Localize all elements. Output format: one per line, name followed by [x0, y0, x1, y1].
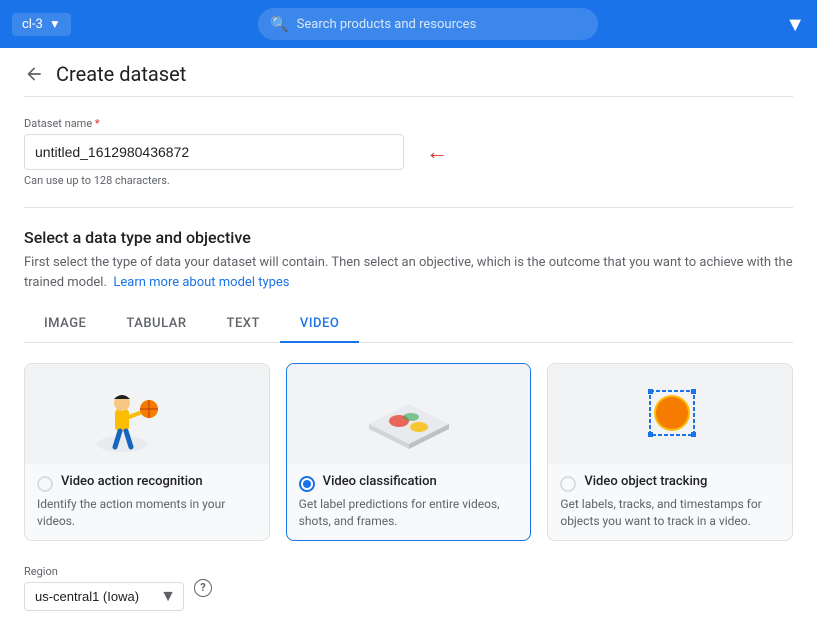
objective-cards: Video action recognition Identify the ac…: [24, 363, 793, 541]
card-action-body: Video action recognition Identify the ac…: [25, 464, 269, 540]
apps-chevron: ▼: [785, 12, 805, 37]
region-select-wrap: us-central1 (Iowa) us-east1 europe-west4…: [24, 582, 184, 611]
dataset-name-section: Dataset name * ← Can use up to 128 chara…: [24, 117, 793, 187]
card-classification-radio: Video classification: [299, 474, 519, 492]
dataset-name-hint: Can use up to 128 characters.: [24, 174, 793, 187]
region-field: Region us-central1 (Iowa) us-east1 europ…: [24, 565, 184, 611]
card-action-desc: Identify the action moments in your vide…: [37, 496, 257, 530]
card-action-title: Video action recognition: [61, 474, 203, 489]
back-button[interactable]: [24, 64, 44, 84]
type-tabs: IMAGE TABULAR TEXT VIDEO: [24, 306, 793, 343]
project-selector[interactable]: cl-3 ▼: [12, 13, 71, 36]
card-tracking-image: [548, 364, 792, 464]
radio-classification[interactable]: [299, 476, 315, 492]
card-tracking-title: Video object tracking: [584, 474, 707, 489]
search-placeholder: Search products and resources: [297, 17, 477, 32]
radio-action[interactable]: [37, 476, 53, 492]
dataset-name-label: Dataset name *: [24, 117, 793, 130]
card-tracking-radio-row: Video object tracking: [560, 474, 780, 492]
input-wrapper: ←: [24, 134, 404, 170]
tab-image[interactable]: IMAGE: [24, 306, 106, 343]
learn-more-model-link[interactable]: Learn more about model types: [113, 275, 289, 290]
card-classification-desc: Get label predictions for entire videos,…: [299, 496, 519, 530]
data-type-section: Select a data type and objective First s…: [24, 228, 793, 541]
card-tracking-body: Video object tracking Get labels, tracks…: [548, 464, 792, 540]
section-title: Select a data type and objective: [24, 228, 793, 247]
section-desc: First select the type of data your datas…: [24, 253, 793, 292]
tab-text[interactable]: TEXT: [207, 306, 280, 343]
tab-tabular[interactable]: TABULAR: [106, 306, 206, 343]
topbar-left: cl-3 ▼: [12, 13, 71, 36]
project-dropdown-icon: ▼: [49, 17, 61, 31]
page-header: Create dataset: [24, 48, 793, 97]
radio-tracking[interactable]: [560, 476, 576, 492]
card-object-tracking[interactable]: Video object tracking Get labels, tracks…: [547, 363, 793, 541]
card-action-recognition[interactable]: Video action recognition Identify the ac…: [24, 363, 270, 541]
card-tracking-desc: Get labels, tracks, and timestamps for o…: [560, 496, 780, 530]
card-classification-image: [287, 364, 531, 464]
main-content: Create dataset Dataset name * ← Can use …: [0, 48, 817, 624]
region-help-icon[interactable]: ?: [194, 579, 212, 597]
project-name: cl-3: [22, 17, 43, 32]
topbar: cl-3 ▼ 🔍 Search products and resources ▼: [0, 0, 817, 48]
dataset-name-input[interactable]: [24, 134, 404, 170]
card-classification[interactable]: Video classification Get label predictio…: [286, 363, 532, 541]
card-action-radio: Video action recognition: [37, 474, 257, 492]
card-classification-title: Video classification: [323, 474, 437, 489]
region-select[interactable]: us-central1 (Iowa) us-east1 europe-west4…: [24, 582, 184, 611]
card-action-image: [25, 364, 269, 464]
tab-video[interactable]: VIDEO: [280, 306, 359, 343]
page-title: Create dataset: [56, 62, 186, 86]
search-bar[interactable]: 🔍 Search products and resources: [258, 8, 598, 40]
search-icon: 🔍: [270, 15, 289, 33]
region-label: Region: [24, 565, 184, 578]
topbar-right: ▼: [785, 12, 805, 37]
search-area: 🔍 Search products and resources: [79, 8, 777, 40]
input-arrow-indicator: ←: [426, 139, 448, 165]
card-classification-body: Video classification Get label predictio…: [287, 464, 531, 540]
divider-1: [24, 207, 793, 208]
region-section: Region us-central1 (Iowa) us-east1 europ…: [24, 565, 793, 611]
